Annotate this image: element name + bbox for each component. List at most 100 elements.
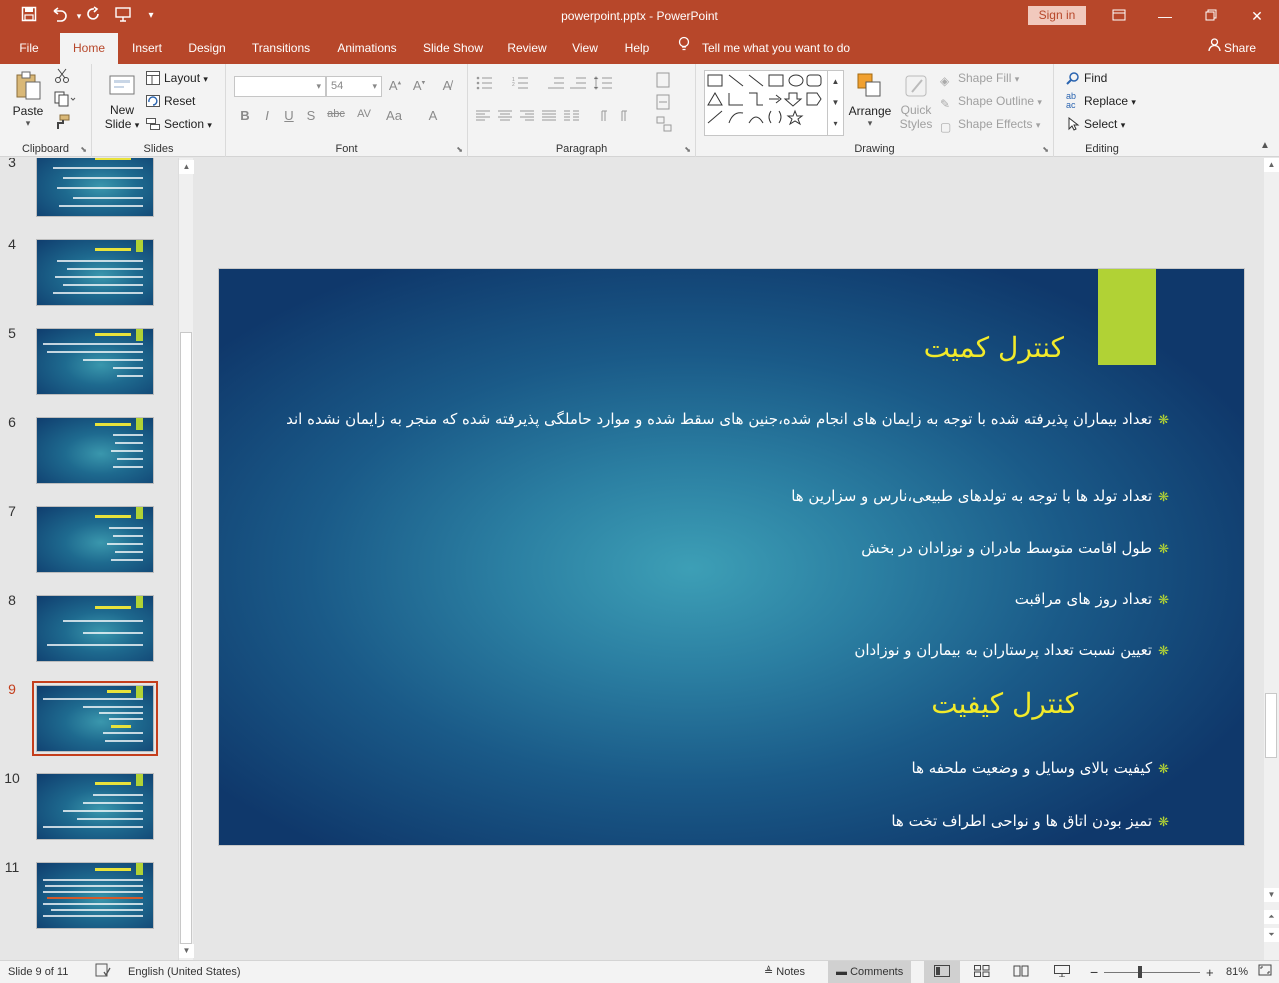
tab-review[interactable]: Review (500, 33, 554, 64)
comments-button[interactable]: ▬ Comments (828, 961, 912, 983)
font-name-dropdown-icon[interactable]: ▾ (316, 77, 321, 96)
slide-sorter-icon[interactable] (974, 961, 990, 983)
new-slide-dropdown-icon[interactable]: ▾ (135, 120, 140, 130)
bullets-icon[interactable] (476, 76, 498, 93)
restore-icon[interactable] (1196, 4, 1226, 28)
tab-insert[interactable]: Insert (124, 33, 170, 64)
slide-bullet[interactable]: ❋ کیفیت بالای وسایل و وضعیت ملحفه ها (912, 755, 1170, 783)
shape-fill-button[interactable]: ◈ Shape Fill ▾ (940, 68, 1019, 88)
tab-animations[interactable]: Animations (328, 33, 406, 64)
reading-view-icon[interactable] (1013, 961, 1029, 983)
select-button[interactable]: Select ▾ (1066, 114, 1125, 134)
arrange-button[interactable]: Arrange ▾ (848, 70, 892, 129)
justify-icon[interactable] (542, 110, 556, 125)
change-case-button[interactable]: Aa (382, 108, 406, 123)
align-left-icon[interactable] (476, 110, 490, 125)
slideshow-view-icon[interactable] (1054, 961, 1070, 983)
collapse-ribbon-icon[interactable]: ▲ (1260, 140, 1270, 151)
zoom-level[interactable]: 81% (1226, 961, 1248, 983)
tab-slide-show[interactable]: Slide Show (416, 33, 490, 64)
shapes-scroll[interactable]: ▲ ▼ ▾ (827, 71, 843, 135)
scroll-up-icon[interactable]: ▲ (1264, 158, 1279, 172)
font-launcher-icon[interactable]: ⬊ (456, 145, 463, 154)
slide-thumbnail-10[interactable] (36, 773, 154, 840)
next-slide-icon[interactable]: ⏷ (1264, 928, 1279, 942)
thumbnails-scrollbar[interactable]: ▲ ▼ (178, 158, 194, 960)
share-button[interactable]: Share (1208, 33, 1256, 64)
font-name-box[interactable]: ▾ (234, 76, 326, 97)
columns-icon[interactable] (564, 110, 582, 125)
layout-button[interactable]: Layout ▾ (146, 68, 208, 88)
slide-9[interactable]: کنترل کمیت ❋ تعداد بیماران پذیرفته شده با… (218, 268, 1245, 846)
scroll-up-icon[interactable]: ▲ (179, 160, 194, 174)
scroll-down-icon[interactable]: ▼ (1264, 888, 1279, 902)
scroll-down-icon[interactable]: ▼ (179, 944, 194, 958)
align-center-icon[interactable] (498, 110, 512, 125)
text-direction-icon[interactable] (656, 72, 674, 91)
slide-thumbnail-5[interactable] (36, 328, 154, 395)
rtl-icon[interactable] (598, 110, 612, 125)
paste-dropdown-icon[interactable]: ▾ (6, 118, 50, 129)
strikethrough-button[interactable]: abc (324, 108, 348, 120)
ltr-icon[interactable] (618, 110, 632, 125)
slide-thumbnail-9[interactable] (36, 685, 154, 752)
minimize-icon[interactable]: — (1150, 4, 1180, 28)
shape-effects-button[interactable]: ▢ Shape Effects ▾ (940, 114, 1040, 134)
slide-bullet[interactable]: ❋ تعداد تولد ها با توجه به تولدهای طبیعی،… (791, 483, 1169, 511)
tab-view[interactable]: View (564, 33, 606, 64)
slide-bullet[interactable]: ❋ تعداد روز های مراقبت (1015, 586, 1169, 614)
shape-outline-button[interactable]: ✎ Shape Outline ▾ (940, 91, 1042, 111)
previous-slide-icon[interactable]: ⏶ (1264, 910, 1279, 924)
font-color-button[interactable]: A (424, 108, 442, 123)
slide-bullet[interactable]: ❋ طول اقامت متوسط مادران و نوزادان در بخش (861, 535, 1169, 563)
paste-button[interactable]: Paste ▾ (6, 70, 50, 129)
drawing-launcher-icon[interactable]: ⬊ (1042, 145, 1049, 154)
canvas-scroll-thumb[interactable] (1265, 693, 1277, 758)
slide-bullet[interactable]: ❋ تعیین نسبت تعداد پرستاران به بیماران و … (854, 637, 1169, 665)
zoom-slider[interactable] (1104, 961, 1200, 983)
shapes-gallery[interactable]: ▲ ▼ ▾ (704, 70, 844, 136)
slide-thumbnail-7[interactable] (36, 506, 154, 573)
clipboard-launcher-icon[interactable]: ⬊ (80, 145, 87, 154)
sign-in-button[interactable]: Sign in (1028, 6, 1086, 25)
slide-thumbnail-6[interactable] (36, 417, 154, 484)
cut-icon[interactable] (54, 68, 70, 88)
normal-view-button[interactable] (924, 961, 960, 983)
character-spacing-button[interactable]: AV (352, 108, 376, 120)
language-indicator[interactable]: English (United States) (128, 961, 241, 983)
font-size-dropdown-icon[interactable]: ▾ (372, 77, 377, 96)
tab-file[interactable]: File (8, 33, 50, 64)
tab-design[interactable]: Design (180, 33, 234, 64)
bold-button[interactable]: B (236, 108, 254, 123)
find-button[interactable]: Find (1066, 68, 1107, 88)
ribbon-display-options-icon[interactable] (1104, 4, 1134, 28)
slide-thumbnail-11[interactable] (36, 862, 154, 929)
text-shadow-button[interactable]: S (302, 108, 320, 123)
decrease-indent-icon[interactable] (548, 76, 564, 93)
format-painter-icon[interactable] (54, 114, 70, 134)
zoom-in-button[interactable]: + (1206, 961, 1214, 983)
slide-thumbnail-4[interactable] (36, 239, 154, 306)
slide-thumbnail-3[interactable] (36, 158, 154, 217)
fit-to-window-icon[interactable] (1258, 961, 1272, 983)
replace-button[interactable]: ab ac Replace ▾ (1066, 91, 1136, 111)
align-right-icon[interactable] (520, 110, 534, 125)
new-slide-button[interactable]: New Slide ▾ (100, 70, 144, 132)
tab-transitions[interactable]: Transitions (244, 33, 318, 64)
close-icon[interactable]: ✕ (1242, 4, 1272, 28)
spellcheck-icon[interactable] (95, 961, 111, 983)
notes-button[interactable]: ≜ Notes (764, 961, 805, 983)
thumbnails-scroll-thumb[interactable] (180, 332, 192, 944)
tab-home[interactable]: Home (60, 33, 118, 65)
align-text-icon[interactable] (656, 94, 674, 113)
slide-thumbnail-8[interactable] (36, 595, 154, 662)
reset-button[interactable]: Reset (146, 91, 195, 111)
increase-font-icon[interactable]: A▴ (386, 78, 404, 93)
numbering-icon[interactable]: 12 (512, 76, 534, 93)
paragraph-launcher-icon[interactable]: ⬊ (684, 145, 691, 154)
slide-title-quantity[interactable]: کنترل کمیت (924, 331, 1064, 364)
clear-formatting-icon[interactable]: A̸ (438, 78, 456, 93)
section-button[interactable]: Section ▾ (146, 114, 212, 134)
tell-me-search[interactable]: Tell me what you want to do (678, 33, 850, 64)
slide-bullet[interactable]: ❋ تعداد بیماران پذیرفته شده با توجه به زا… (269, 406, 1169, 434)
